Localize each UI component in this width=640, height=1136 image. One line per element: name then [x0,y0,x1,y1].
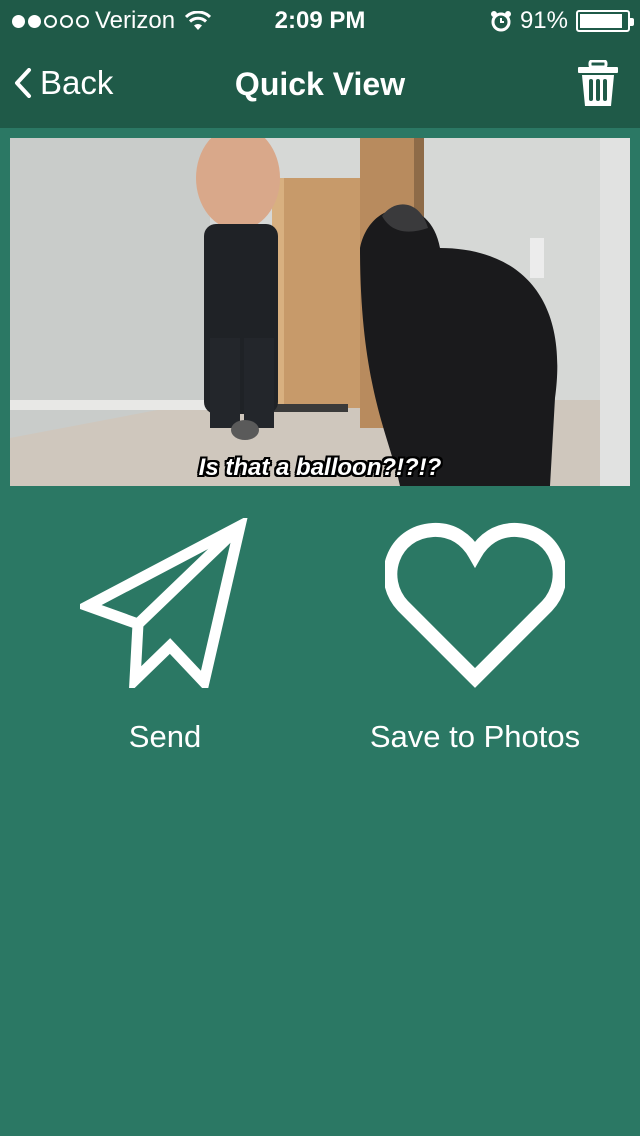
heart-icon [383,522,567,688]
delete-button[interactable] [576,59,620,113]
page-title: Quick View [234,66,406,102]
save-to-photos-label: Save to Photos [369,719,581,754]
status-right: 91% [490,7,634,35]
paper-plane-icon [74,515,249,694]
alarm-icon [490,11,511,32]
trash-icon [578,59,618,106]
save-to-photos-button[interactable]: Save to Photos [330,518,620,755]
image-caption: Is that a balloon?!?!? [198,454,442,481]
status-bar: Verizon 2:09 PM 91% [0,0,640,40]
preview-image[interactable]: Is that a balloon?!?!? [10,138,630,486]
battery-percent: 91% [519,7,568,34]
gif-illustration [10,138,630,486]
send-label: Send [128,719,202,754]
send-button[interactable]: Send [30,515,300,755]
navigation-bar: Back Quick View [0,40,640,128]
battery-icon [576,10,634,32]
